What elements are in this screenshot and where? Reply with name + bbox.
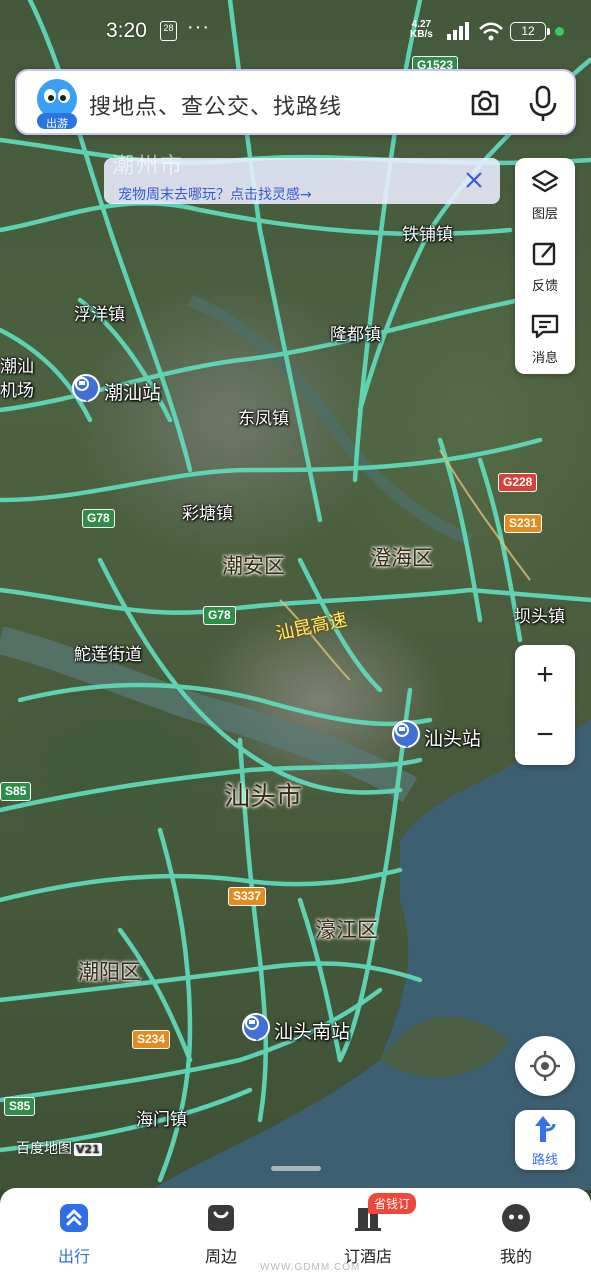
layers-button[interactable]: 图层: [515, 158, 575, 230]
network-speed-unit: KB/s: [410, 29, 433, 40]
town-label-haimen: 海门镇: [136, 1110, 187, 1130]
nav-item-nearby[interactable]: 周边: [171, 1202, 271, 1267]
zoom-in-button[interactable]: +: [515, 645, 575, 705]
nav-item-profile[interactable]: 我的: [466, 1202, 566, 1267]
profile-icon: [502, 1204, 530, 1232]
nav-label-nearby: 周边: [204, 1247, 237, 1266]
town-label-shelian: 鮀莲街道: [74, 645, 142, 665]
road-shield-g78: G78: [82, 509, 115, 528]
town-label-bagtou: 坝头镇: [514, 607, 565, 627]
locate-button[interactable]: [515, 1036, 575, 1096]
camera-icon[interactable]: [467, 85, 503, 121]
town-label-dongfeng: 东凤镇: [238, 409, 289, 429]
train-station-icon[interactable]: [392, 720, 420, 748]
nearby-icon: [208, 1205, 234, 1231]
district-label-chaoan: 潮安区: [222, 554, 285, 578]
road-shield-s85: S85: [4, 1097, 36, 1116]
messages-button[interactable]: 消息: [515, 302, 575, 374]
wifi-icon: [479, 22, 503, 41]
messages-label: 消息: [531, 351, 558, 366]
train-station-icon[interactable]: [72, 374, 100, 402]
layers-label: 图层: [531, 207, 558, 222]
layers-icon: [531, 169, 559, 193]
search-bar[interactable]: 出游 搜地点、查公交、找路线: [15, 69, 576, 135]
signal-icon: [447, 22, 469, 40]
route-arrow-icon: [535, 1116, 556, 1142]
promo-text[interactable]: 宠物周末去哪玩？点击找灵感→: [118, 184, 312, 204]
status-bar: 3:20 28 ··· 4.27 KB/s 12: [0, 0, 591, 62]
town-label-caitang: 彩塘镇: [182, 504, 233, 524]
privacy-indicator-dot: [555, 27, 564, 36]
zoom-out-button[interactable]: −: [515, 705, 575, 765]
nav-item-travel[interactable]: 出行: [24, 1202, 124, 1267]
map-brand-watermark: 百度地图 V21: [16, 1138, 102, 1158]
map-version: V21: [74, 1143, 102, 1156]
promo-ghost-text: 潮州市: [112, 154, 185, 179]
town-label-tiepu: 铁铺镇: [402, 225, 453, 245]
more-notifications-icon: ···: [187, 16, 210, 38]
road-shield-g78: G78: [203, 606, 236, 625]
nav-label-profile: 我的: [499, 1247, 532, 1266]
message-icon: [531, 314, 559, 339]
feedback-icon: [532, 242, 556, 266]
map-tool-panel: 图层 反馈 消息: [515, 158, 575, 374]
road-shield-s234: S234: [132, 1030, 171, 1049]
route-label: 路线: [531, 1153, 558, 1168]
road-shield-s85: S85: [0, 782, 32, 801]
map-brand-text: 百度地图: [16, 1141, 72, 1157]
town-label-longdu: 隆都镇: [330, 325, 381, 345]
footer-watermark: WWW.GDMM.COM: [260, 1262, 361, 1273]
status-time: 3:20: [106, 19, 147, 42]
feedback-label: 反馈: [531, 279, 558, 294]
station-label-shantou[interactable]: 汕头站: [424, 724, 481, 751]
battery-icon: 12: [510, 22, 550, 41]
travel-icon: [60, 1204, 88, 1232]
drag-handle[interactable]: [271, 1166, 321, 1171]
road-shield-s337: S337: [228, 887, 267, 906]
district-label-chaoyang: 潮阳区: [78, 960, 141, 984]
road-shield-s231: S231: [504, 514, 543, 533]
mic-icon[interactable]: [525, 83, 561, 123]
zoom-control: + −: [515, 645, 575, 765]
district-label-chenghai: 澄海区: [370, 546, 433, 570]
hotel-promo-badge: 省钱订: [368, 1193, 417, 1214]
travel-mascot-logo[interactable]: 出游: [35, 77, 79, 131]
logo-label: 出游: [46, 117, 68, 130]
promo-banner[interactable]: 潮州市 宠物周末去哪玩？点击找灵感→: [104, 154, 500, 204]
feedback-button[interactable]: 反馈: [515, 230, 575, 302]
airport-label-line2: 机场: [0, 381, 34, 401]
train-station-icon[interactable]: [242, 1013, 270, 1041]
route-button[interactable]: 路线: [515, 1110, 575, 1170]
station-label-chaoshan[interactable]: 潮汕站: [104, 378, 161, 405]
notification-badge: 28: [160, 21, 177, 41]
airport-label-line1: 潮汕: [0, 357, 34, 377]
crosshair-icon: [530, 1051, 560, 1081]
city-label-shantou[interactable]: 汕头市: [224, 776, 302, 813]
search-input[interactable]: 搜地点、查公交、找路线: [89, 89, 342, 121]
close-icon[interactable]: [462, 168, 486, 192]
district-label-haojiang: 濠江区: [315, 918, 378, 942]
road-shield-g228: G228: [498, 473, 538, 492]
network-speed: 4.27 KB/s: [410, 20, 433, 40]
station-label-shantou-south[interactable]: 汕头南站: [274, 1017, 350, 1044]
nav-label-travel: 出行: [57, 1247, 90, 1266]
town-label-fuyang: 浮洋镇: [74, 305, 125, 325]
